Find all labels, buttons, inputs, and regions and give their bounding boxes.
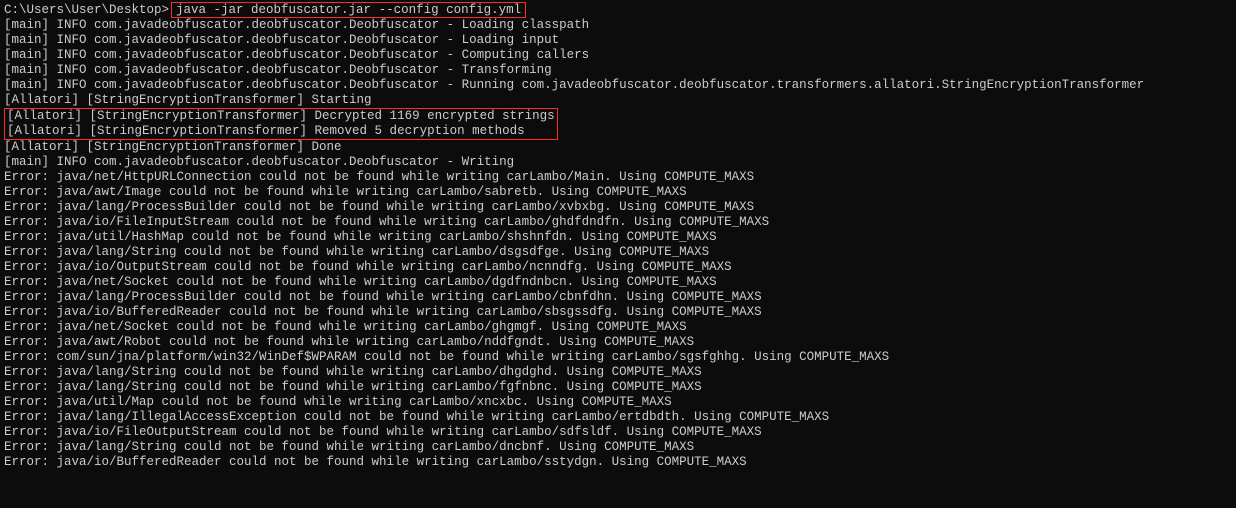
log-line: Error: java/lang/ProcessBuilder could no… (4, 290, 1232, 305)
log-line: Error: java/util/Map could not be found … (4, 395, 1232, 410)
log-line: [Allatori] [StringEncryptionTransformer]… (4, 93, 1232, 108)
log-line: Error: java/lang/IllegalAccessException … (4, 410, 1232, 425)
log-line: [main] INFO com.javadeobfuscator.deobfus… (4, 33, 1232, 48)
command-highlight: java -jar deobfuscator.jar --config conf… (171, 2, 526, 18)
command-text: java -jar deobfuscator.jar --config conf… (176, 3, 521, 17)
log-line: Error: java/io/FileInputStream could not… (4, 215, 1232, 230)
log-line: [main] INFO com.javadeobfuscator.deobfus… (4, 63, 1232, 78)
log-line: Error: java/awt/Image could not be found… (4, 185, 1232, 200)
log-line: [Allatori] [StringEncryptionTransformer]… (4, 140, 1232, 155)
log-line: Error: java/io/BufferedReader could not … (4, 305, 1232, 320)
prompt: C:\Users\User\Desktop> (4, 3, 169, 18)
log-line: Error: java/awt/Robot could not be found… (4, 335, 1232, 350)
log-line: Error: java/net/HttpURLConnection could … (4, 170, 1232, 185)
log-line: [main] INFO com.javadeobfuscator.deobfus… (4, 18, 1232, 33)
log-line-highlighted: [Allatori] [StringEncryptionTransformer]… (5, 109, 557, 124)
terminal-output: [main] INFO com.javadeobfuscator.deobfus… (4, 18, 1232, 108)
log-line: [main] INFO com.javadeobfuscator.deobfus… (4, 78, 1232, 93)
log-line: Error: java/lang/ProcessBuilder could no… (4, 200, 1232, 215)
log-line: [main] INFO com.javadeobfuscator.deobfus… (4, 155, 1232, 170)
log-line: Error: java/lang/String could not be fou… (4, 440, 1232, 455)
log-line: Error: com/sun/jna/platform/win32/WinDef… (4, 350, 1232, 365)
log-line: Error: java/lang/String could not be fou… (4, 380, 1232, 395)
log-line: Error: java/lang/String could not be fou… (4, 365, 1232, 380)
highlighted-output: [Allatori] [StringEncryptionTransformer]… (4, 108, 558, 140)
log-line: Error: java/util/HashMap could not be fo… (4, 230, 1232, 245)
log-line: Error: java/io/FileOutputStream could no… (4, 425, 1232, 440)
log-line: Error: java/io/OutputStream could not be… (4, 260, 1232, 275)
log-line: Error: java/net/Socket could not be foun… (4, 275, 1232, 290)
log-line: Error: java/io/BufferedReader could not … (4, 455, 1232, 470)
log-line: Error: java/lang/String could not be fou… (4, 245, 1232, 260)
log-line: Error: java/net/Socket could not be foun… (4, 320, 1232, 335)
terminal-output-continued: [Allatori] [StringEncryptionTransformer]… (4, 140, 1232, 470)
log-line: [main] INFO com.javadeobfuscator.deobfus… (4, 48, 1232, 63)
command-line[interactable]: C:\Users\User\Desktop> java -jar deobfus… (4, 2, 1232, 18)
log-line-highlighted: [Allatori] [StringEncryptionTransformer]… (5, 124, 557, 139)
